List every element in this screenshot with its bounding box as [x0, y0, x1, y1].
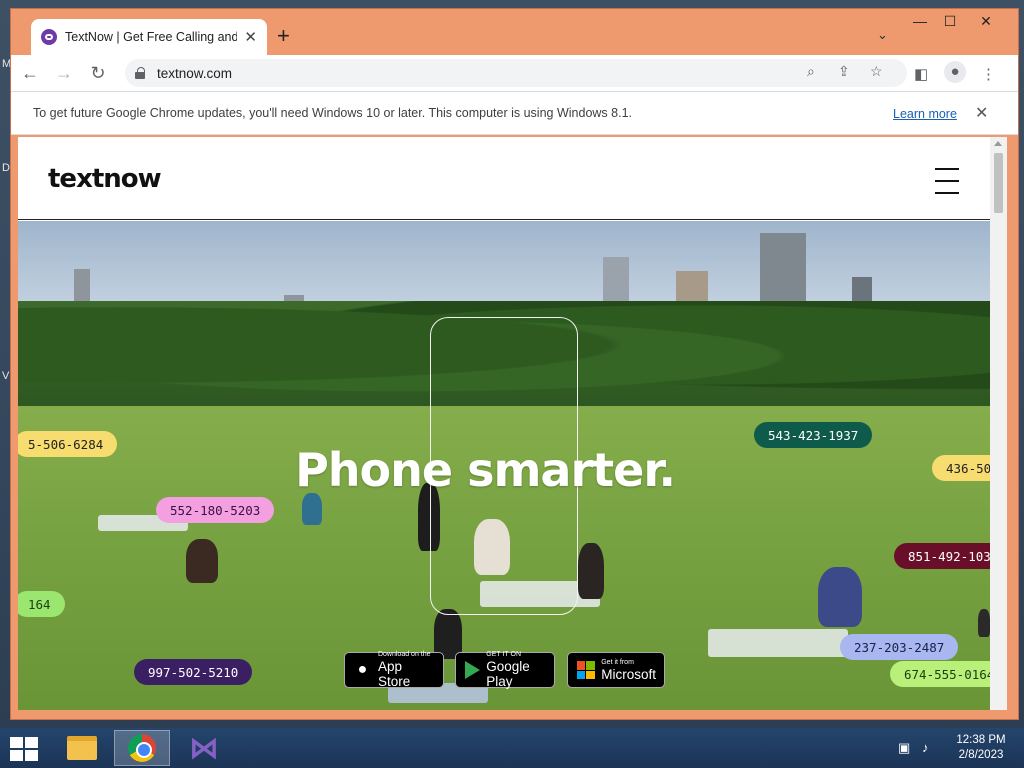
desktop-icon-label[interactable]: D	[2, 162, 10, 174]
visual-studio-icon: ⋈	[189, 730, 219, 766]
phone-number-pill: 5-506-6284	[18, 431, 118, 457]
browser-tab[interactable]: TextNow | Get Free Calling and Te ✕	[31, 19, 267, 55]
hero-photo: Phone smarter. 5-506-6284 552-180-5203 1…	[18, 221, 990, 710]
textnow-favicon-icon	[41, 29, 57, 45]
new-tab-button[interactable]: +	[277, 25, 290, 47]
taskbar-chrome[interactable]	[114, 730, 170, 766]
system-clock[interactable]: 12:38 PM 2/8/2023	[950, 733, 1012, 763]
share-icon[interactable]: ⇪	[838, 63, 850, 80]
apple-icon: ●	[357, 661, 368, 678]
picnic-blanket	[708, 629, 848, 657]
lock-icon[interactable]	[135, 67, 145, 79]
infobar-message: To get future Google Chrome updates, you…	[33, 106, 632, 120]
google-play-button[interactable]: GET IT ON Google Play	[455, 651, 555, 689]
reload-icon[interactable]: ↻	[83, 58, 113, 88]
profile-icon[interactable]: ●	[944, 61, 966, 83]
store-big-text: Microsoft	[601, 666, 656, 682]
update-infobar: To get future Google Chrome updates, you…	[11, 91, 1018, 135]
microsoft-store-button[interactable]: Get it from Microsoft	[567, 652, 665, 688]
network-icon[interactable]: ▣	[898, 740, 910, 756]
app-store-button[interactable]: ● Download on the App Store	[344, 651, 444, 689]
taskbar-visual-studio[interactable]: ⋈	[176, 730, 232, 766]
textnow-logo[interactable]: textnow	[48, 164, 162, 194]
chrome-icon	[128, 734, 156, 762]
minimize-button[interactable]: —	[905, 13, 935, 29]
menu-icon[interactable]: ⋮	[981, 65, 996, 83]
taskbar-file-explorer[interactable]	[54, 730, 110, 766]
file-explorer-icon	[67, 736, 97, 760]
phone-number-pill: 164	[18, 591, 65, 617]
person	[302, 493, 322, 525]
store-small-text: GET IT ON	[486, 651, 521, 658]
phone-number-pill: 997-502-5210	[134, 659, 253, 685]
address-bar[interactable]: textnow.com ⌕ ⇪ ☆	[125, 59, 907, 87]
clock-time: 12:38 PM	[956, 734, 1006, 746]
person	[978, 609, 990, 637]
browser-toolbar: ← → ↻ textnow.com ⌕ ⇪ ☆ ◧ ● ⋮	[11, 55, 1018, 91]
close-window-button[interactable]: ✕	[971, 13, 1001, 30]
person	[186, 539, 218, 583]
tab-title: TextNow | Get Free Calling and Te	[65, 30, 237, 44]
scroll-thumb[interactable]	[994, 153, 1003, 213]
phone-number-pill: 436-50	[932, 455, 990, 481]
phone-number-pill: 674-555-0164	[890, 661, 990, 687]
store-small-text: Get it from	[601, 658, 634, 666]
store-small-text: Download on the	[377, 651, 431, 658]
phone-number-pill: 552-180-5203	[156, 497, 275, 523]
tab-close-icon[interactable]: ✕	[244, 28, 257, 46]
site-header: textnow	[18, 137, 990, 220]
scroll-up-arrow-icon[interactable]	[994, 141, 1002, 146]
store-big-text: App Store	[377, 659, 411, 689]
google-play-icon	[464, 660, 480, 680]
forward-icon[interactable]: →	[49, 58, 79, 88]
person	[818, 567, 862, 627]
person	[578, 543, 604, 599]
microsoft-icon	[576, 660, 595, 680]
desktop-icon-label[interactable]: V	[2, 370, 9, 382]
phone-number-pill: 237-203-2487	[840, 634, 959, 660]
maximize-button[interactable]: ☐	[935, 13, 965, 30]
hero-headline: Phone smarter.	[295, 443, 676, 497]
page-viewport: textnow Phone smarter. 5-506-6284 552-18…	[18, 137, 990, 710]
windows-start-icon[interactable]	[10, 737, 38, 761]
phone-number-pill: 851-492-103	[894, 543, 990, 569]
bookmark-star-icon[interactable]: ☆	[870, 63, 883, 80]
zoom-icon[interactable]: ⌕	[807, 63, 815, 80]
store-big-text: Google Play	[486, 659, 530, 689]
volume-icon[interactable]: ♪	[922, 740, 929, 755]
back-icon[interactable]: ←	[15, 58, 45, 88]
learn-more-link[interactable]: Learn more	[893, 107, 957, 121]
tab-search-icon[interactable]: ⌄	[877, 27, 888, 43]
browser-window: TextNow | Get Free Calling and Te ✕ + ⌄ …	[10, 8, 1019, 720]
title-bar[interactable]: TextNow | Get Free Calling and Te ✕ + ⌄ …	[11, 9, 1018, 55]
infobar-close-icon[interactable]: ✕	[975, 103, 988, 123]
side-panel-icon[interactable]: ◧	[914, 65, 928, 83]
url-text[interactable]: textnow.com	[157, 66, 232, 81]
clock-date: 2/8/2023	[958, 749, 1004, 761]
taskbar: ⋈ ▣ ♪ 12:38 PM 2/8/2023	[0, 728, 1024, 768]
phone-number-pill: 543-423-1937	[754, 422, 873, 448]
page-scrollbar[interactable]	[990, 137, 1007, 710]
hamburger-menu-icon[interactable]	[935, 168, 959, 194]
